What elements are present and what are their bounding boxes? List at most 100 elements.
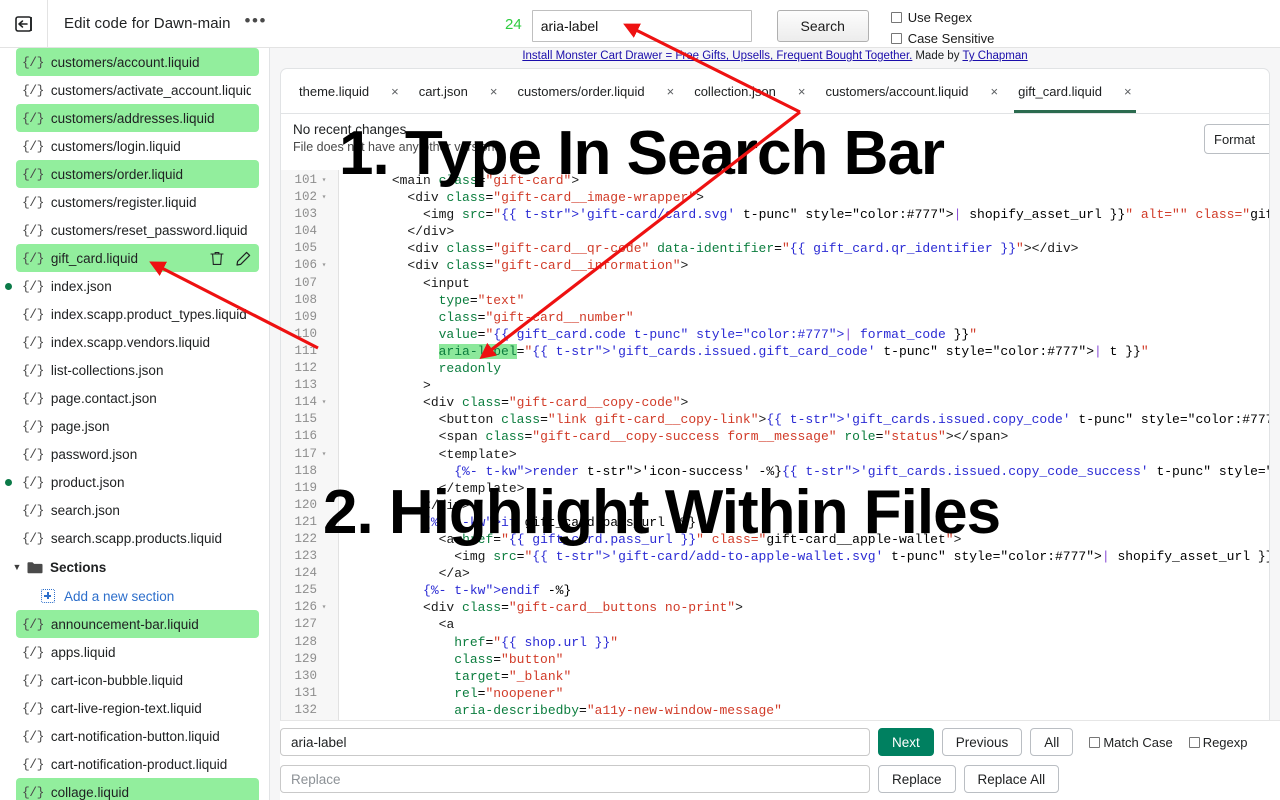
editor-tab[interactable]: collection.json ×	[684, 69, 815, 113]
file-tree-item[interactable]: {/} index.scapp.product_types.liquid	[16, 300, 259, 328]
file-tree-item[interactable]: {/} index.scapp.vendors.liquid	[16, 328, 259, 356]
fold-toggle-icon[interactable]	[317, 565, 331, 582]
editor-tab[interactable]: cart.json ×	[409, 69, 508, 113]
promo-author-link[interactable]: Ty Chapman	[962, 50, 1027, 62]
close-icon[interactable]: ×	[798, 84, 806, 99]
editor-tab[interactable]: customers/account.liquid ×	[815, 69, 1008, 113]
fold-toggle-icon[interactable]	[317, 582, 331, 599]
code-line[interactable]: type="text"	[345, 292, 1269, 309]
code-line[interactable]: <img src="{{ t-str">'gift-card/card.svg'…	[345, 206, 1269, 223]
code-editor[interactable]: 101 ▾ 102 ▾ 103 104 105 106 ▾ 107 108 109 110 111 112 1…	[281, 170, 1269, 764]
code-line[interactable]: aria-label="{{ t-str">'gift_cards.issued…	[345, 343, 1269, 360]
file-tree-item[interactable]: {/} apps.liquid	[16, 638, 259, 666]
code-line[interactable]: <template>	[345, 446, 1269, 463]
folder-sections[interactable]: ▼ Sections	[8, 552, 269, 582]
code-line[interactable]: readonly	[345, 360, 1269, 377]
use-regex-option[interactable]: Use Regex	[890, 7, 995, 28]
regexp-checkbox[interactable]	[1188, 736, 1200, 748]
search-button[interactable]: Search	[776, 10, 869, 42]
find-all-button[interactable]: All	[1030, 728, 1074, 756]
file-tree-item[interactable]: {/} list-collections.json	[16, 356, 259, 384]
case-sensitive-checkbox[interactable]	[890, 33, 902, 44]
fold-toggle-icon[interactable]	[317, 616, 331, 633]
file-tree-item[interactable]: {/} collage.liquid	[16, 778, 259, 800]
fold-toggle-icon[interactable]	[317, 240, 331, 257]
back-button[interactable]	[0, 0, 48, 48]
format-button[interactable]: Format	[1204, 124, 1269, 154]
code-line[interactable]: class="gift-card__number"	[345, 309, 1269, 326]
fold-toggle-icon[interactable]	[317, 548, 331, 565]
fold-toggle-icon[interactable]	[317, 275, 331, 292]
file-tree-item[interactable]: {/} customers/activate_account.liquid	[16, 76, 259, 104]
code-line[interactable]: href="{{ shop.url }}"	[345, 634, 1269, 651]
file-tree-item[interactable]: {/} customers/login.liquid	[16, 132, 259, 160]
file-tree-item[interactable]: {/} gift_card.liquid	[16, 244, 259, 272]
case-sensitive-option[interactable]: Case Sensitive	[890, 28, 994, 49]
close-icon[interactable]: ×	[991, 84, 999, 99]
file-tree-item[interactable]: {/} cart-live-region-text.liquid	[16, 694, 259, 722]
find-next-button[interactable]: Next	[878, 728, 934, 756]
fold-toggle-icon[interactable]	[317, 206, 331, 223]
fold-toggle-icon[interactable]	[317, 223, 331, 240]
editor-tab[interactable]: customers/order.liquid ×	[507, 69, 684, 113]
code-line[interactable]: aria-describedby="a11y-new-window-messag…	[345, 702, 1269, 719]
chevron-down-icon[interactable]: ▼	[10, 562, 24, 572]
code-line[interactable]: rel="noopener"	[345, 685, 1269, 702]
code-line[interactable]: <div class="gift-card__qr-code" data-ide…	[345, 240, 1269, 257]
file-tree-item[interactable]: {/} search.json	[16, 496, 259, 524]
replace-all-button[interactable]: Replace All	[963, 765, 1060, 793]
file-tree-item[interactable]: {/} customers/account.liquid	[16, 48, 259, 76]
more-options-button[interactable]: •••	[245, 12, 267, 32]
code-line[interactable]: </a>	[345, 565, 1269, 582]
replace-button[interactable]: Replace	[878, 765, 956, 793]
close-icon[interactable]: ×	[1124, 84, 1132, 99]
fold-toggle-icon[interactable]	[317, 428, 331, 445]
use-regex-checkbox[interactable]	[890, 12, 902, 23]
file-tree-item[interactable]: {/} page.contact.json	[16, 384, 259, 412]
find-input[interactable]	[280, 728, 870, 756]
code-line[interactable]: target="_blank"	[345, 668, 1269, 685]
code-line[interactable]: <a	[345, 616, 1269, 633]
replace-input[interactable]	[280, 765, 870, 793]
close-icon[interactable]: ×	[391, 84, 399, 99]
editor-tab[interactable]: gift_card.liquid ×	[1008, 69, 1141, 113]
file-tree-item[interactable]: {/} index.json	[5, 272, 259, 300]
fold-toggle-icon[interactable]	[317, 360, 331, 377]
fold-toggle-icon[interactable]	[317, 634, 331, 651]
file-tree-item[interactable]: {/} customers/register.liquid	[16, 188, 259, 216]
promo-link[interactable]: Install Monster Cart Drawer = Free Gifts…	[522, 50, 912, 62]
fold-toggle-icon[interactable]	[317, 343, 331, 360]
fold-toggle-icon[interactable]	[317, 651, 331, 668]
file-tree-item[interactable]: {/} customers/addresses.liquid	[16, 104, 259, 132]
close-icon[interactable]: ×	[667, 84, 675, 99]
fold-toggle-icon[interactable]	[317, 292, 331, 309]
file-tree-item[interactable]: {/} cart-notification-button.liquid	[16, 722, 259, 750]
fold-toggle-icon[interactable]	[317, 411, 331, 428]
fold-toggle-icon[interactable]: ▾	[317, 172, 331, 189]
file-tree-item[interactable]: {/} announcement-bar.liquid	[16, 610, 259, 638]
search-input[interactable]	[531, 10, 752, 42]
add-new-section-button[interactable]: Add a new section	[41, 582, 269, 610]
match-case-option[interactable]: Match Case	[1089, 735, 1173, 750]
file-tree-item[interactable]: {/} cart-notification-product.liquid	[16, 750, 259, 778]
code-content[interactable]: <main class="gift-card"> <div class="gif…	[339, 170, 1269, 764]
file-tree-item[interactable]: {/} page.json	[16, 412, 259, 440]
code-line[interactable]: {%- t-kw">endif -%}	[345, 582, 1269, 599]
fold-toggle-icon[interactable]: ▾	[317, 394, 331, 411]
fold-toggle-icon[interactable]: ▾	[317, 446, 331, 463]
code-line[interactable]: <span class="gift-card__copy-success for…	[345, 428, 1269, 445]
file-tree-item[interactable]: {/} cart-icon-bubble.liquid	[16, 666, 259, 694]
regexp-option[interactable]: Regexp	[1188, 735, 1248, 750]
file-tree-sidebar[interactable]: {/} customers/account.liquid {/} customers/…	[0, 48, 270, 800]
file-tree-item[interactable]: {/} product.json	[5, 468, 259, 496]
fold-toggle-icon[interactable]	[317, 685, 331, 702]
code-line[interactable]: <button class="link gift-card__copy-link…	[345, 411, 1269, 428]
code-line[interactable]: value="{{ gift_card.code t-punc" style="…	[345, 326, 1269, 343]
fold-toggle-icon[interactable]	[317, 309, 331, 326]
fold-toggle-icon[interactable]	[317, 377, 331, 394]
fold-toggle-icon[interactable]: ▾	[317, 189, 331, 206]
editor-tab[interactable]: theme.liquid ×	[289, 69, 409, 113]
file-tree-item[interactable]: {/} customers/reset_password.liquid	[16, 216, 259, 244]
fold-toggle-icon[interactable]: ▾	[317, 599, 331, 616]
file-tree-item[interactable]: {/} search.scapp.products.liquid	[16, 524, 259, 552]
